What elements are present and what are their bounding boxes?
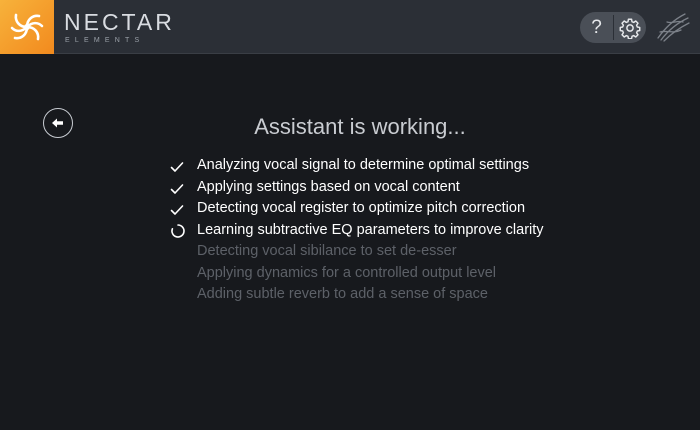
step-status-icon [170, 245, 186, 259]
header-bar: NECTAR ELEMENTS ? [0, 0, 700, 54]
checkmark-icon [170, 202, 186, 216]
brand: NECTAR ELEMENTS [64, 9, 175, 46]
step-label: Learning subtractive EQ parameters to im… [197, 221, 544, 238]
spinner-icon [170, 223, 186, 238]
settings-button[interactable] [613, 12, 646, 43]
step-label: Detecting vocal sibilance to set de-esse… [197, 243, 457, 259]
gear-icon [619, 18, 640, 39]
brand-subtitle: ELEMENTS [65, 37, 145, 44]
nectar-swirl-logo-icon [10, 13, 44, 41]
page-title: Assistant is working... [254, 114, 466, 139]
help-button[interactable]: ? [580, 12, 613, 43]
step-status-icon [170, 288, 186, 302]
nectar-assistant-window: NECTAR ELEMENTS ? Assistant is working..… [0, 0, 700, 430]
step-label: Analyzing vocal signal to determine opti… [197, 157, 530, 173]
question-mark-icon: ? [591, 16, 602, 38]
step-status-icon [170, 267, 186, 281]
checkmark-icon [170, 159, 186, 173]
scribble-link-icon[interactable] [655, 10, 691, 44]
help-settings-group: ? [580, 12, 646, 43]
step-label: Adding subtle reverb to add a sense of s… [197, 286, 488, 302]
brand-name: NECTAR [64, 9, 175, 35]
step-label: Applying dynamics for a controlled outpu… [197, 264, 497, 281]
checkmark-icon [170, 181, 186, 195]
logo-tile[interactable] [0, 0, 54, 54]
step-label: Detecting vocal register to optimize pit… [197, 200, 526, 216]
step-label: Applying settings based on vocal content [197, 178, 460, 195]
